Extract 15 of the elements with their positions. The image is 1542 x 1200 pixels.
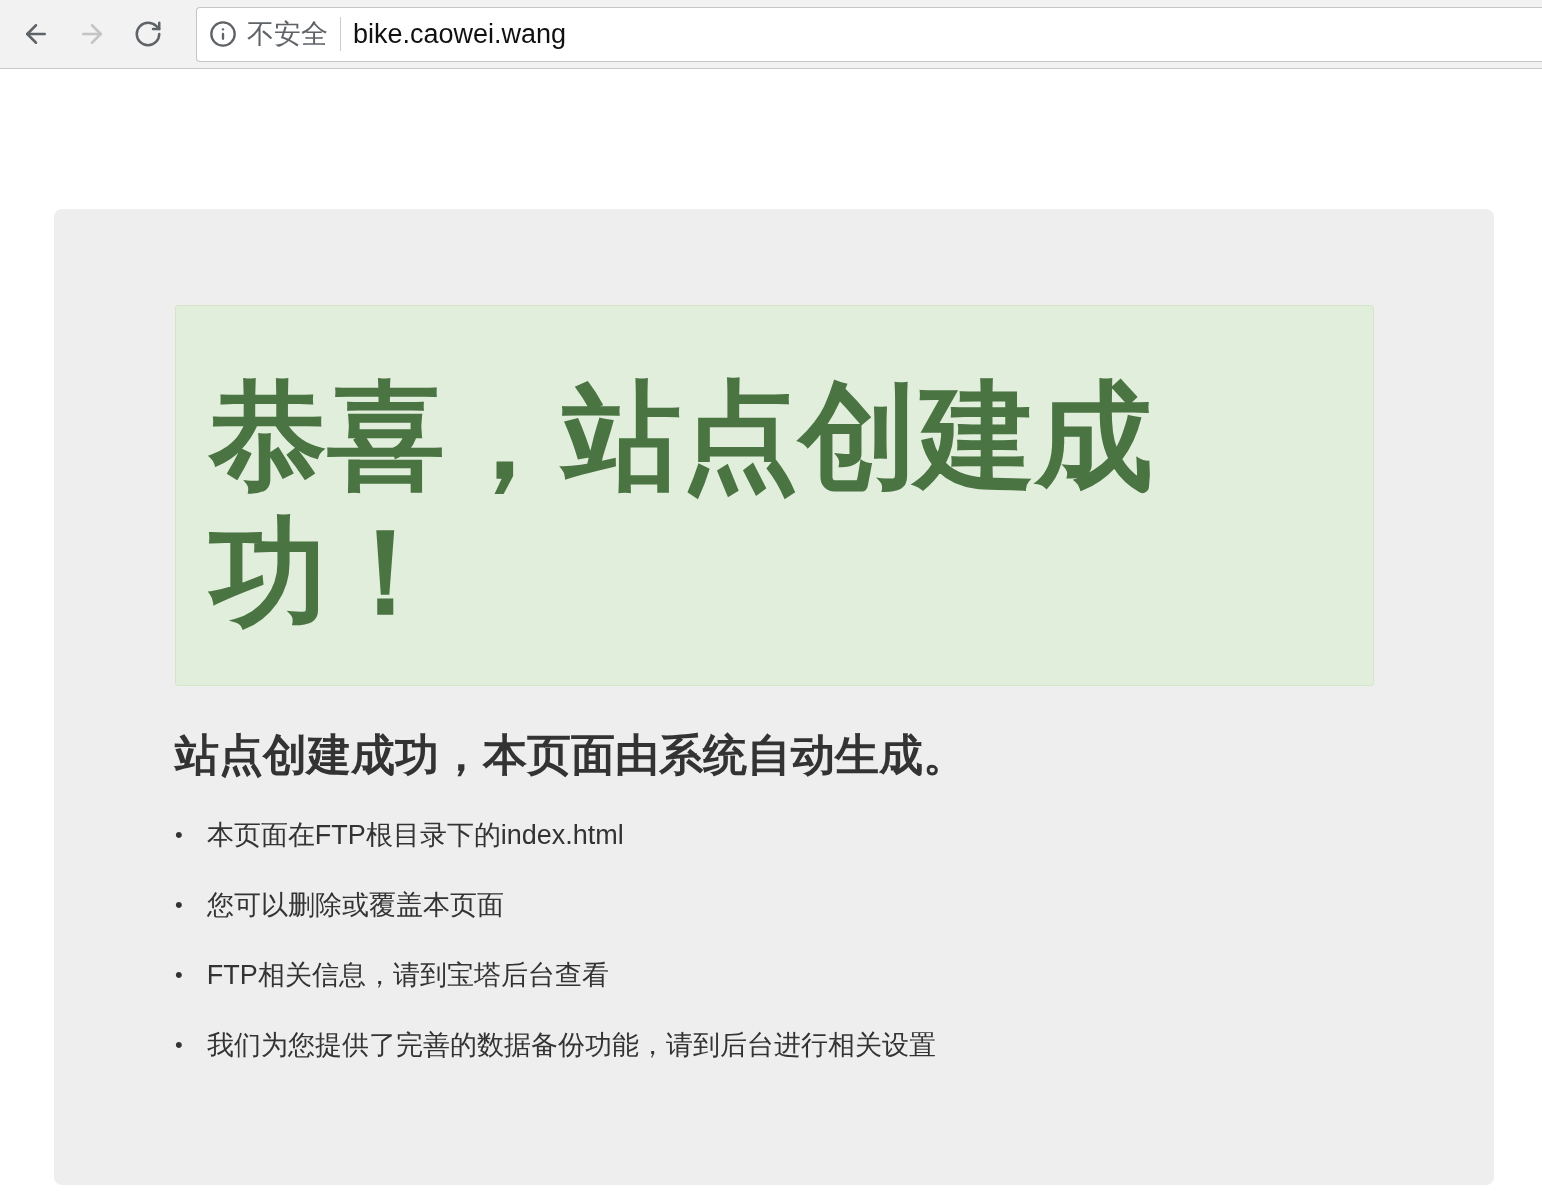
bullet: • <box>175 821 183 849</box>
security-label[interactable]: 不安全 <box>247 17 341 51</box>
list-item: FTP相关信息，请到宝塔后台查看 <box>206 959 609 992</box>
success-title: 恭喜，站点创建成功！ <box>209 369 1154 640</box>
reload-icon <box>133 19 163 49</box>
bullet: • <box>175 961 183 989</box>
bullet: • <box>175 1031 183 1059</box>
list-item: 您可以删除或覆盖本页面 <box>206 889 504 922</box>
address-bar[interactable]: 不安全 bike.caowei.wang <box>196 6 1542 62</box>
list-item: 本页面在FTP根目录下的index.html <box>206 819 624 852</box>
bullet: • <box>175 891 183 919</box>
url-field[interactable]: bike.caowei.wang <box>351 17 1542 51</box>
info-icon[interactable] <box>209 20 237 48</box>
list-item: 我们为您提供了完善的数据备份功能，请到后台进行相关设置 <box>206 1029 936 1062</box>
page-heading: 站点创建成功，本页面由系统自动生成。 <box>175 729 968 781</box>
